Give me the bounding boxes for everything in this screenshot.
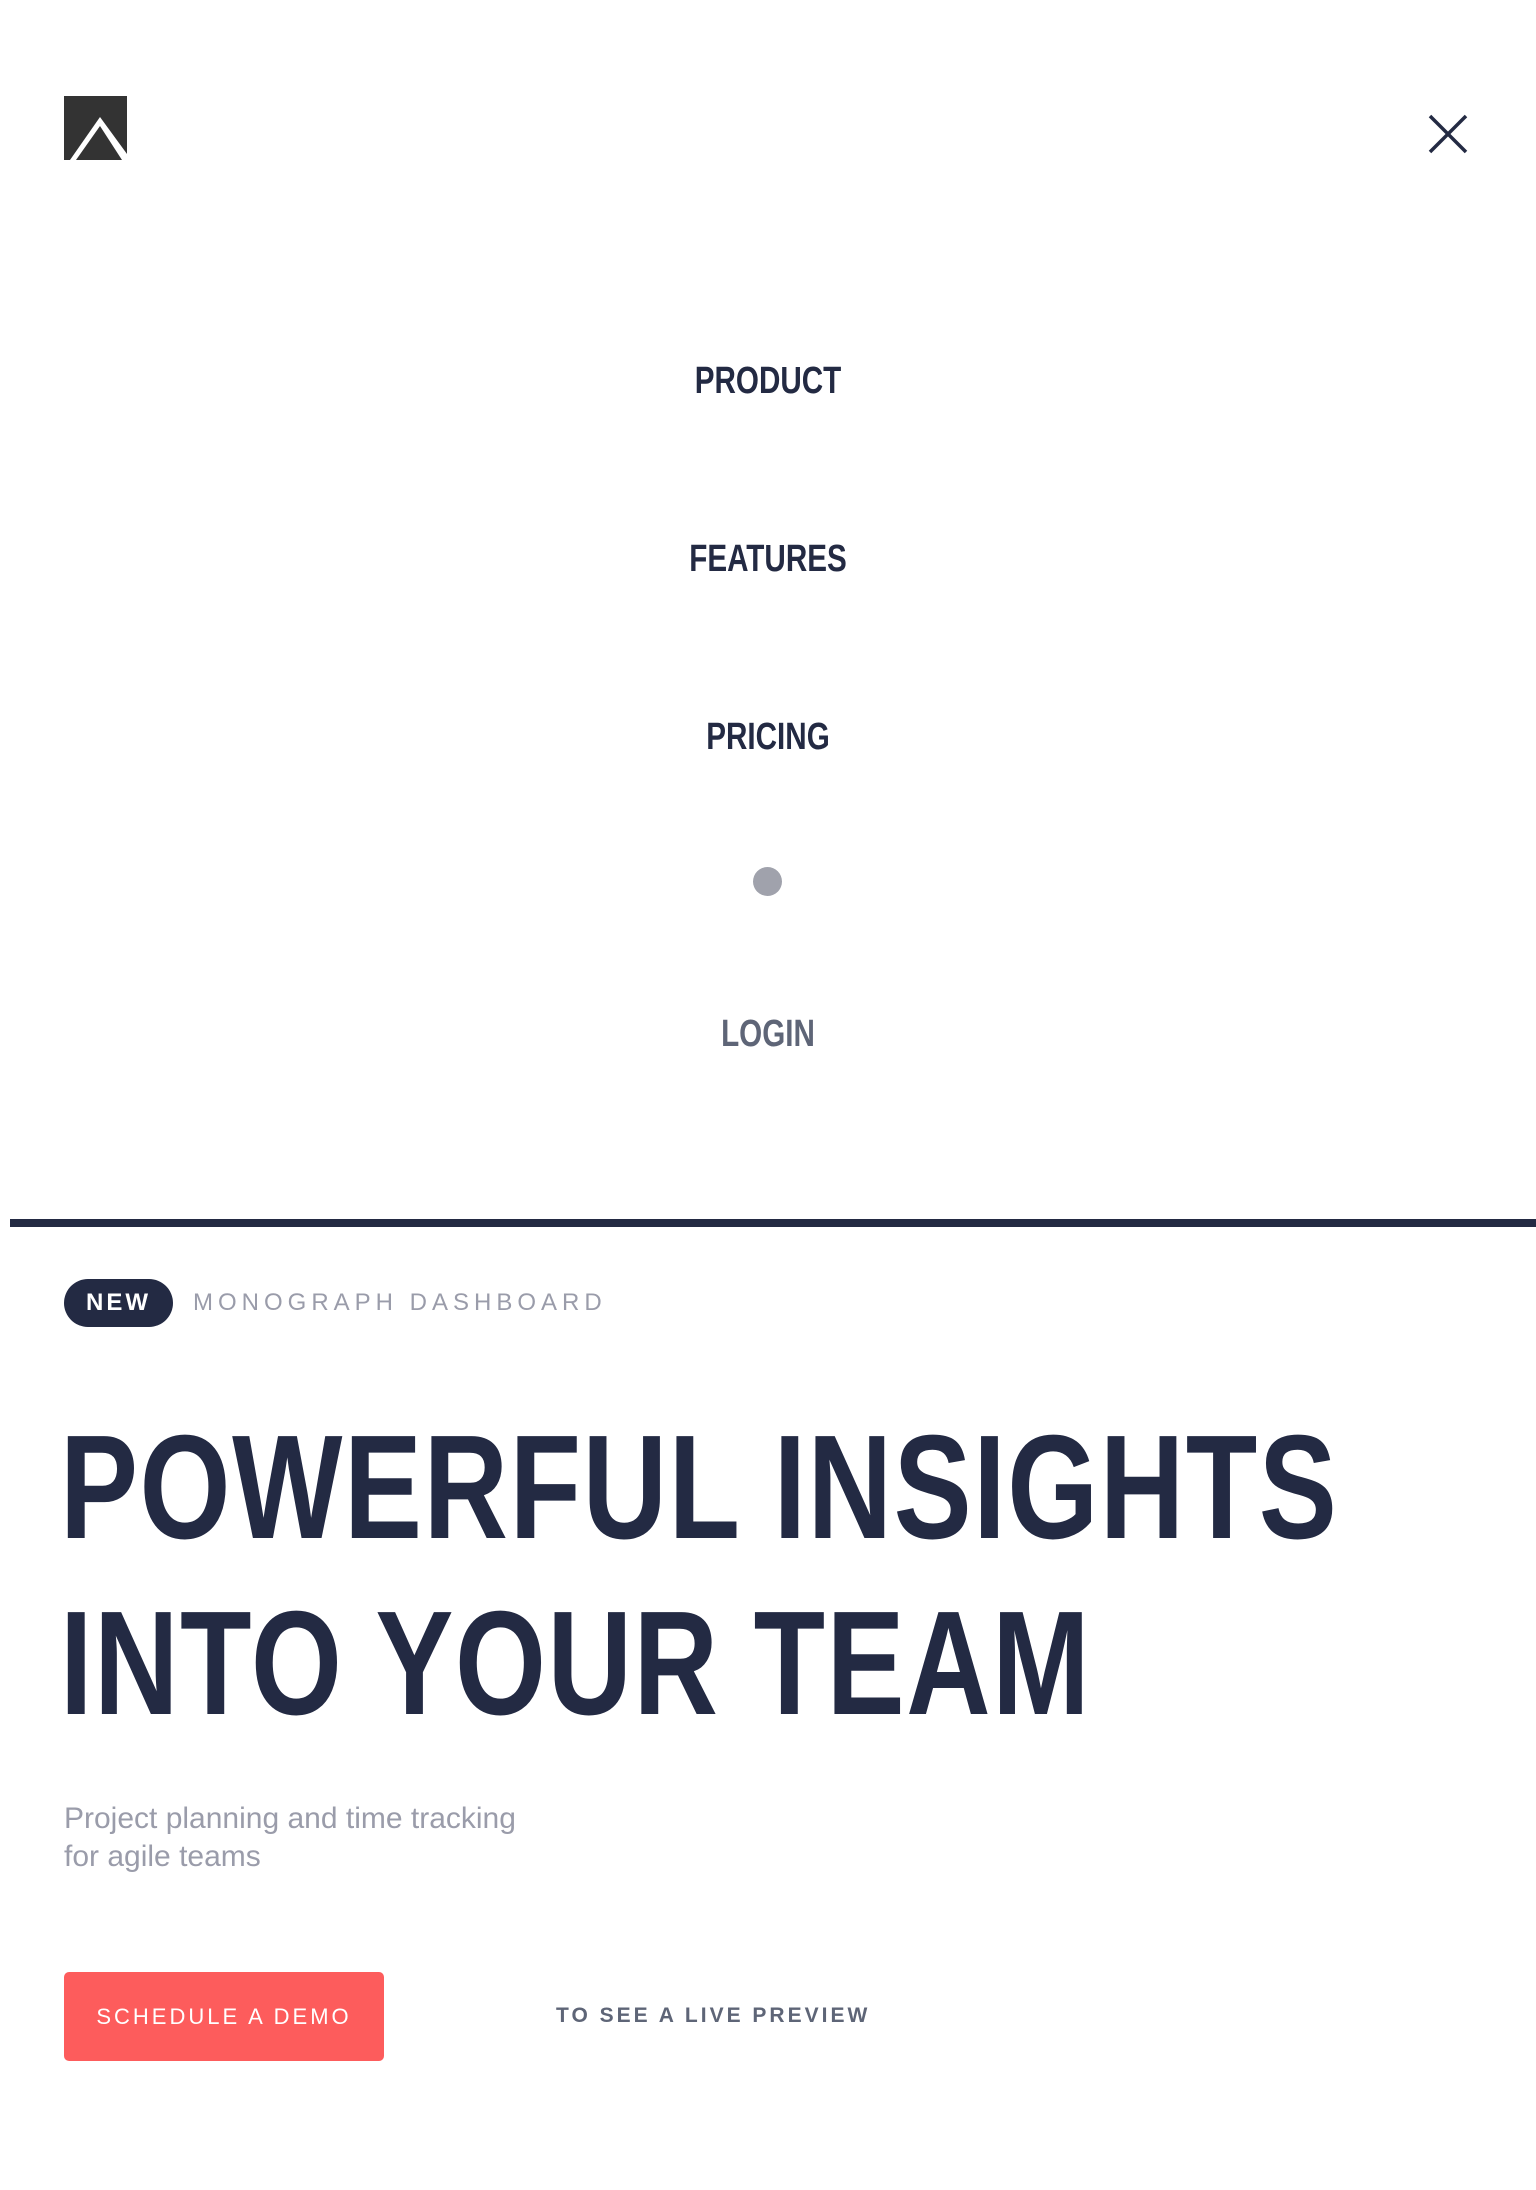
menu-item-login[interactable]: LOGIN (169, 1015, 1367, 1053)
new-badge: NEW (64, 1279, 173, 1327)
section-divider (10, 1219, 1536, 1227)
subtitle-line-1: Project planning and time tracking (64, 1802, 516, 1835)
hero-headline: POWERFUL INSIGHTS INTO YOUR TEAM (60, 1400, 1339, 1752)
headline-line-1: POWERFUL INSIGHTS (60, 1405, 1339, 1570)
hero-subtitle: Project planning and time tracking for a… (64, 1800, 584, 1876)
schedule-demo-button[interactable]: SCHEDULE A DEMO (64, 1972, 384, 2061)
live-preview-link[interactable]: TO SEE A LIVE PREVIEW (556, 2004, 870, 2028)
subtitle-line-2: for agile teams (64, 1840, 261, 1873)
menu-item-product[interactable]: PRODUCT (169, 362, 1367, 400)
dot-separator-icon (753, 867, 782, 896)
menu-item-features[interactable]: FEATURES (169, 540, 1367, 578)
mobile-menu: PRODUCT FEATURES PRICING LOGIN (0, 0, 1536, 1200)
menu-item-pricing[interactable]: PRICING (169, 718, 1367, 756)
announcement-label: MONOGRAPH DASHBOARD (193, 1289, 607, 1316)
headline-line-2: INTO YOUR TEAM (60, 1581, 1092, 1746)
announcement-row[interactable]: NEW MONOGRAPH DASHBOARD (64, 1279, 607, 1327)
